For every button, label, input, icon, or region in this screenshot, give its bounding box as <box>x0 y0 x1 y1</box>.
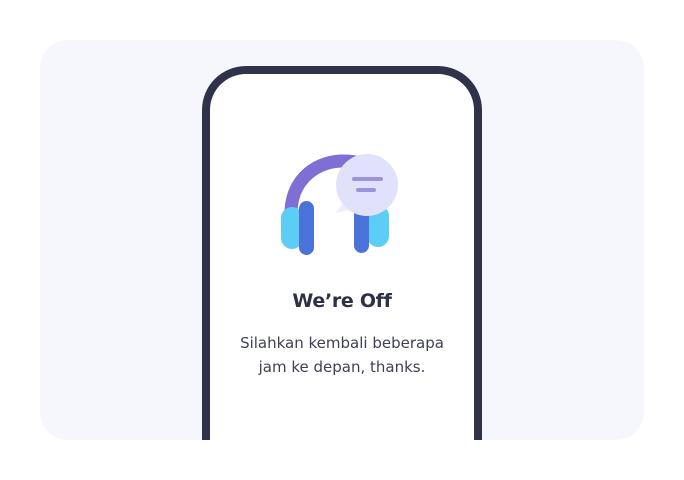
left-earcup-inner <box>299 201 314 255</box>
phone-mockup: We’re Off Silahkan kembali beberapa jam … <box>202 66 482 440</box>
illustration-card: We’re Off Silahkan kembali beberapa jam … <box>40 40 644 440</box>
offline-message-line-1: Silahkan kembali beberapa <box>240 334 444 352</box>
chat-bubble-shape <box>336 154 398 216</box>
offline-message: Silahkan kembali beberapa jam ke depan, … <box>224 331 460 379</box>
offline-title: We’re Off <box>292 290 392 312</box>
headphones-chat-bubble-icon <box>281 154 398 255</box>
offline-message-line-2: jam ke depan, thanks. <box>258 358 426 376</box>
page-canvas: We’re Off Silahkan kembali beberapa jam … <box>0 0 684 480</box>
